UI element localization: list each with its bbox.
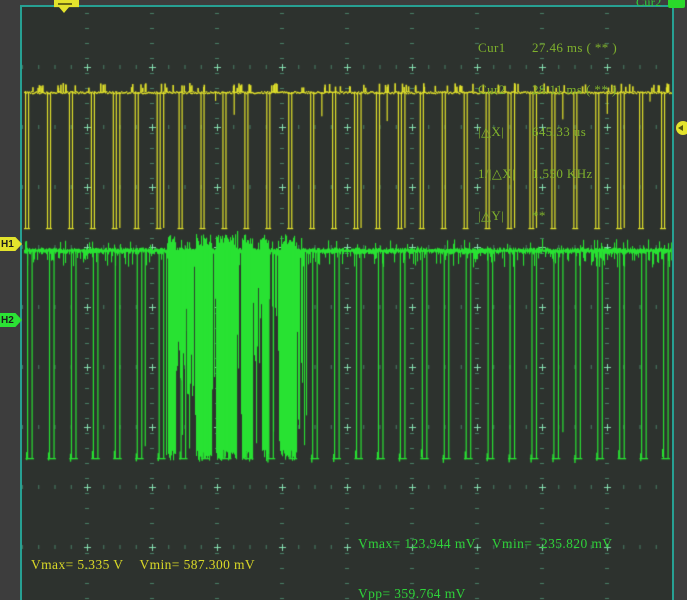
ch2-measurements: Vmax= 123.944 mV Vmin= -235.820 mV Vpp= 3… bbox=[358, 509, 612, 600]
cursor-row-cur1: Cur127.46 ms ( ** ) bbox=[478, 41, 617, 55]
cursor-mode-label: Cur2 bbox=[636, 0, 662, 9]
cursor-label: |△X| bbox=[478, 125, 532, 139]
cursor-value: 1.550 KHz bbox=[532, 167, 593, 181]
ch2-vmax-vmin: Vmax= 123.944 mV Vmin= -235.820 mV bbox=[358, 537, 612, 559]
oscilloscope-screen: Cur127.46 ms ( ** ) Cur228.11 ms ( ** ) … bbox=[0, 0, 687, 600]
ch1-vmax-vmin: Vmax= 5.335 V Vmin= 587.300 mV bbox=[31, 558, 255, 580]
cursor-row-dx: |△X|645.33 us bbox=[478, 125, 617, 139]
ch1-tag-label: H1 bbox=[1, 239, 14, 250]
ch2-vmin: Vmin= -235.820 mV bbox=[492, 536, 613, 551]
cursor-row-cur2: Cur228.11 ms ( ** ) bbox=[478, 83, 617, 97]
cursor-value: 645.33 us bbox=[532, 125, 586, 139]
cursor-value: 28.11 ms ( ** ) bbox=[532, 83, 617, 97]
run-status-icon[interactable] bbox=[668, 0, 685, 8]
cursor-label: Cur2 bbox=[478, 83, 532, 97]
ch2-tag-label: H2 bbox=[1, 315, 14, 326]
ch1-vmax: Vmax= 5.335 V bbox=[31, 557, 123, 572]
cursor-value: 27.46 ms ( ** ) bbox=[532, 41, 617, 55]
cursor-readout: Cur127.46 ms ( ** ) Cur228.11 ms ( ** ) … bbox=[478, 13, 617, 251]
ch1-measurements: Vmax= 5.335 VVmin= 587.300 mV Vpp= 4.747… bbox=[31, 530, 255, 600]
ch2-vpp: Vpp= 359.764 mV bbox=[358, 587, 612, 600]
cursor-row-inv-dx: 1/|△X|1.550 KHz bbox=[478, 167, 617, 181]
trigger-position-slot-icon bbox=[58, 3, 72, 5]
cursor-value: ** bbox=[532, 209, 546, 223]
cursor-row-dy: |△Y|** bbox=[478, 209, 617, 223]
trigger-level-marker[interactable] bbox=[676, 121, 687, 135]
ch1-vmin: Vmin= 587.300 mV bbox=[139, 557, 255, 572]
cursor-label: 1/|△X| bbox=[478, 167, 532, 181]
left-arrow-icon bbox=[678, 125, 683, 131]
cursor-label: |△Y| bbox=[478, 209, 532, 223]
cursor-label: Cur1 bbox=[478, 41, 532, 55]
ch2-vmax: Vmax= 123.944 mV bbox=[358, 536, 476, 551]
